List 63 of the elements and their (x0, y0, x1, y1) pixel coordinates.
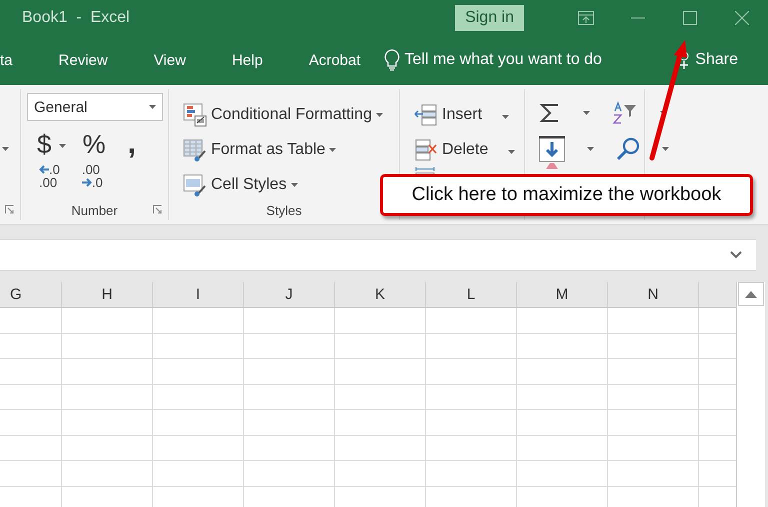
ribbon-tab[interactable]: Help (208, 52, 286, 68)
ribbon-display-icon[interactable] (578, 10, 594, 24)
ribbon-tab[interactable]: ta (0, 52, 36, 68)
currency-button[interactable]: $ (37, 128, 52, 160)
style-command[interactable]: Conditional Formatting (211, 106, 372, 124)
tell-me-search[interactable]: Tell me what you want to do (404, 51, 602, 69)
left-arrow-icon (39, 165, 49, 174)
fill-down-icon[interactable] (539, 136, 565, 162)
style-command[interactable]: Format as Table (211, 140, 326, 158)
minimize-icon[interactable] (631, 16, 645, 18)
conditional-formatting-icon (183, 102, 207, 126)
cells-command[interactable]: Insert (442, 106, 482, 124)
ribbon-tab[interactable]: Review (36, 52, 131, 68)
cells-command[interactable]: Delete (442, 140, 488, 158)
column-header[interactable]: L (426, 282, 517, 307)
column-header[interactable]: M (517, 282, 608, 307)
column-header[interactable]: G (0, 282, 62, 307)
increase-decimal-button[interactable]: .0 .00 (39, 163, 60, 189)
column-header[interactable]: K (335, 282, 426, 307)
caret-icon (149, 105, 156, 109)
caret-icon (329, 148, 336, 152)
column-header[interactable]: N (608, 282, 699, 307)
number-format-dropdown[interactable]: General (27, 93, 163, 121)
caret-icon (583, 111, 590, 115)
insert-cells-icon (414, 104, 438, 126)
sign-in-button[interactable]: Sign in (455, 4, 524, 30)
dialog-launcher-icon[interactable] (153, 205, 162, 214)
vertical-scrollbar[interactable] (736, 282, 765, 507)
group-label: Number (70, 203, 119, 218)
caret-icon (587, 147, 594, 151)
caret-icon (376, 112, 383, 116)
caret-icon (662, 147, 669, 151)
sort-filter-icon[interactable] (612, 101, 638, 125)
ribbon-tab[interactable]: Acrobat (286, 52, 384, 68)
caret-icon (59, 144, 66, 148)
caret-icon (502, 114, 510, 118)
column-header[interactable]: J (244, 282, 335, 307)
column-header[interactable]: H (62, 282, 153, 307)
column-header[interactable]: I (153, 282, 244, 307)
sum-icon[interactable] (539, 102, 561, 124)
format-table-icon (183, 138, 207, 162)
expand-formula-bar-icon[interactable] (730, 251, 742, 259)
person-icon (677, 51, 692, 69)
maximize-icon[interactable] (683, 10, 697, 24)
search-icon[interactable] (616, 137, 640, 161)
callout-note: Click here to maximize the workbook (380, 174, 753, 216)
scroll-up-icon[interactable] (745, 290, 757, 298)
lightbulb-icon (384, 49, 400, 71)
caret-icon (508, 150, 516, 154)
ribbon-tab[interactable]: View (130, 52, 209, 68)
cell-styles-icon (183, 172, 207, 196)
caret-icon (290, 182, 298, 186)
right-arrow-icon (82, 178, 92, 187)
delete-cells-icon (414, 138, 438, 160)
caret-icon (2, 147, 9, 151)
decrease-decimal-button[interactable]: .00 .0 (82, 163, 103, 189)
close-icon[interactable] (735, 10, 749, 24)
style-command[interactable]: Cell Styles (211, 176, 287, 194)
window-title: Book1 - Excel (22, 8, 130, 26)
group-label: Styles (265, 203, 303, 218)
share-button[interactable]: Share (695, 51, 738, 69)
percent-button[interactable]: % (82, 128, 106, 160)
dialog-launcher-icon[interactable] (5, 205, 14, 214)
